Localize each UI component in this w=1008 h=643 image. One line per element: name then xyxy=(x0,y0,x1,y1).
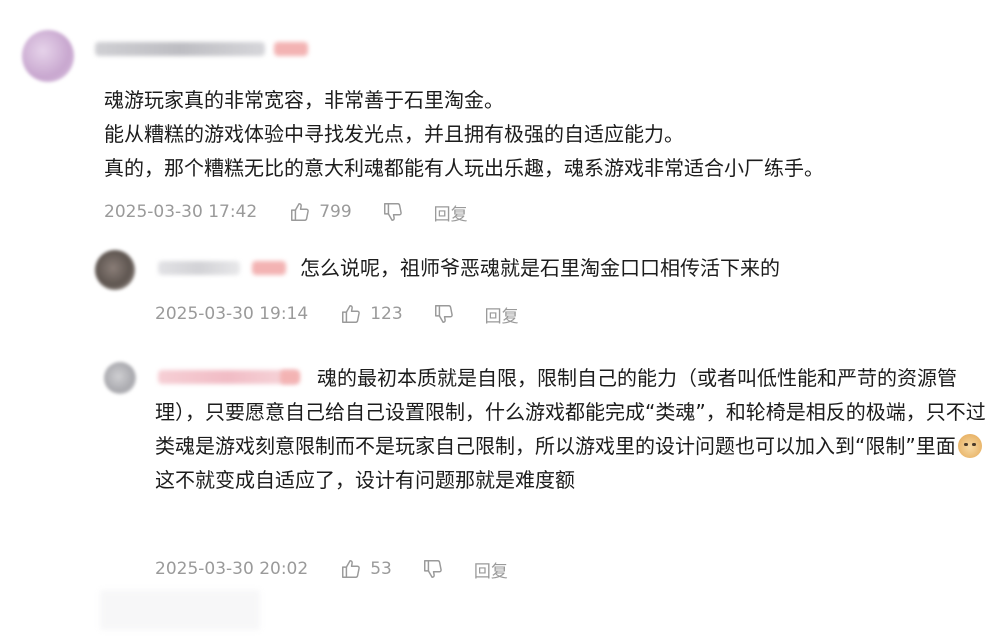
username-main-blurred[interactable] xyxy=(95,42,265,56)
like-button[interactable]: 53 xyxy=(340,558,392,580)
like-count: 123 xyxy=(370,304,403,324)
user-badge-reply-1 xyxy=(252,261,286,275)
thumbs-up-icon xyxy=(342,305,361,323)
reply-button[interactable]: 回复 xyxy=(434,200,468,225)
timestamp: 2025-03-30 17:42 xyxy=(104,202,258,222)
avatar-reply-1[interactable] xyxy=(95,250,135,290)
dislike-button[interactable] xyxy=(422,558,444,580)
thumbs-up-icon xyxy=(342,560,361,578)
like-count: 53 xyxy=(370,559,392,579)
dislike-button[interactable] xyxy=(382,201,404,223)
main-comment-line-2: 能从糟糕的游戏体验中寻找发光点，并且拥有极强的自适应能力。 xyxy=(104,122,684,146)
reply-2-text: 魂的最初本质就是自限，限制自己的能力（或者叫低性能和严苛的资源管理），只要愿意自… xyxy=(155,361,991,497)
like-count: 799 xyxy=(319,202,352,222)
thumbs-down-icon xyxy=(423,560,442,578)
main-comment-meta: 2025-03-30 17:42 799 回复 xyxy=(104,200,468,225)
main-comment-line-3: 真的，那个糟糕无比的意大利魂都能有人玩出乐趣，魂系游戏非常适合小厂练手。 xyxy=(104,156,824,180)
reply-button[interactable]: 回复 xyxy=(474,557,508,582)
reply-1-meta: 2025-03-30 19:14 123 回复 xyxy=(155,302,519,327)
reply-1-text: 怎么说呢，祖师爷恶魂就是石里淘金口口相传活下来的 xyxy=(300,256,780,280)
avatar-main[interactable] xyxy=(22,30,74,82)
reply-2-text-part-1: 魂的最初本质就是自限，限制自己的能力（或者叫低性能和严苛的资源管理），只要愿意自… xyxy=(155,366,986,458)
timestamp: 2025-03-30 19:14 xyxy=(155,304,309,324)
thumbs-down-icon xyxy=(434,305,453,323)
username-reply-1-blurred[interactable] xyxy=(158,261,240,275)
blurred-next-item xyxy=(100,590,260,630)
reply-button[interactable]: 回复 xyxy=(485,302,519,327)
avatar-reply-2[interactable] xyxy=(104,362,136,394)
user-badge-main xyxy=(274,42,308,56)
thumbs-down-icon xyxy=(383,203,402,221)
thumbs-up-icon xyxy=(291,203,310,221)
main-comment-line-1: 魂游玩家真的非常宽容，非常善于石里淘金。 xyxy=(104,88,504,112)
reply-2-text-part-2: 这不就变成自适应了，设计有问题那就是难度额 xyxy=(155,468,575,492)
timestamp: 2025-03-30 20:02 xyxy=(155,559,309,579)
like-button[interactable]: 799 xyxy=(289,201,352,223)
like-button[interactable]: 123 xyxy=(340,303,403,325)
reply-2-meta: 2025-03-30 20:02 53 回复 xyxy=(155,557,508,582)
doge-emoji xyxy=(957,434,982,458)
dislike-button[interactable] xyxy=(433,303,455,325)
